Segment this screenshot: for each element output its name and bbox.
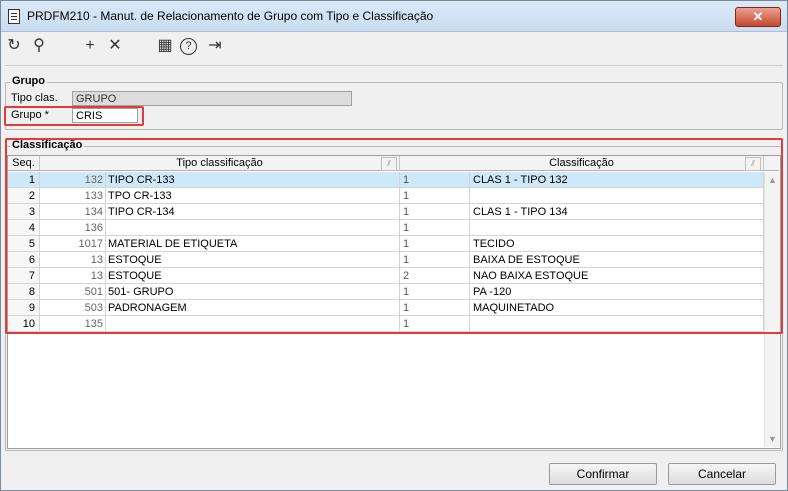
close-button[interactable]: ✕ — [735, 7, 781, 27]
title-bar: PRDFM210 - Manut. de Relacionamento de G… — [1, 1, 787, 32]
confirm-button[interactable]: Confirmar — [549, 463, 657, 485]
undo-icon[interactable]: ↻ — [4, 36, 24, 56]
grupo-section-title: Grupo — [10, 75, 47, 87]
toolbar: ↻ ⚲ + ✕ ▦ ? ⇥ — [1, 32, 787, 60]
calendar-icon[interactable]: ▦ — [155, 36, 175, 56]
tipo-clas-field: GRUPO — [72, 91, 352, 106]
scroll-down-icon[interactable]: ▼ — [768, 434, 777, 444]
toolbar-divider — [5, 65, 783, 66]
tipo-clas-label: Tipo clas. — [11, 92, 58, 104]
window-title: PRDFM210 - Manut. de Relacionamento de G… — [27, 9, 434, 23]
help-icon[interactable]: ? — [180, 38, 197, 55]
remove-icon[interactable]: ✕ — [105, 36, 125, 56]
exit-icon[interactable]: ⇥ — [205, 36, 225, 56]
search-icon[interactable]: ⚲ — [29, 36, 49, 56]
grupo-highlight-box — [4, 106, 144, 126]
classificacao-highlight-box — [5, 138, 783, 334]
app-document-icon — [8, 9, 20, 24]
main-window: PRDFM210 - Manut. de Relacionamento de G… — [0, 0, 788, 491]
add-icon[interactable]: + — [80, 36, 100, 56]
cancel-button[interactable]: Cancelar — [668, 463, 776, 485]
